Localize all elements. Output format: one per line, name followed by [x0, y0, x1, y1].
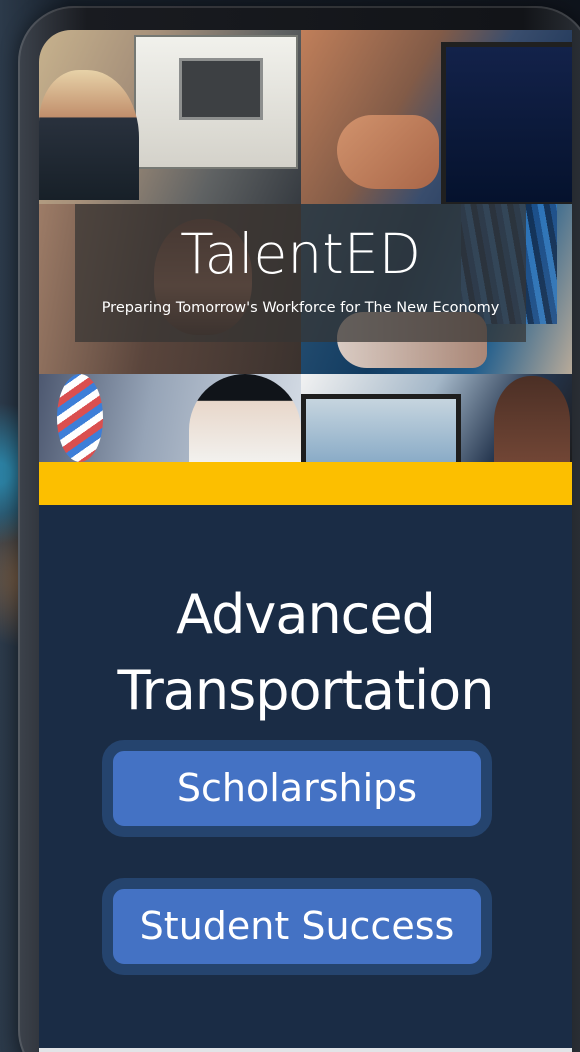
phone-screen: TalentED Preparing Tomorrow's Workforce … — [39, 30, 572, 1052]
hero-image-collage: TalentED Preparing Tomorrow's Workforce … — [39, 30, 572, 462]
code-photo-icon — [301, 30, 572, 204]
hero-subtitle: Preparing Tomorrow's Workforce for The N… — [101, 300, 500, 316]
hero-title-card: TalentED Preparing Tomorrow's Workforce … — [75, 204, 526, 342]
page-background: TalentED Preparing Tomorrow's Workforce … — [0, 0, 580, 1052]
student-success-button[interactable]: Student Success — [102, 878, 492, 975]
lab-photo-icon — [39, 30, 301, 204]
monitor-icon — [441, 42, 572, 204]
scientist-icon — [189, 374, 301, 462]
content-panel: Advanced Transportation Scholarships Stu… — [39, 505, 572, 1052]
screen-bottom-edge — [39, 1048, 572, 1052]
control-panel-icon — [179, 58, 263, 120]
hero-title: TalentED — [180, 222, 421, 286]
person-icon — [494, 376, 570, 462]
computer-monitor-icon — [301, 394, 461, 462]
dna-lab-photo-icon — [39, 374, 301, 462]
hand-icon — [337, 115, 439, 189]
accent-bar — [39, 462, 572, 505]
page-title: Advanced Transportation — [117, 583, 495, 723]
student-icon — [39, 70, 139, 200]
scholarships-button[interactable]: Scholarships — [102, 740, 492, 837]
computer-photo-icon — [301, 374, 572, 462]
dna-model-icon — [57, 374, 103, 462]
